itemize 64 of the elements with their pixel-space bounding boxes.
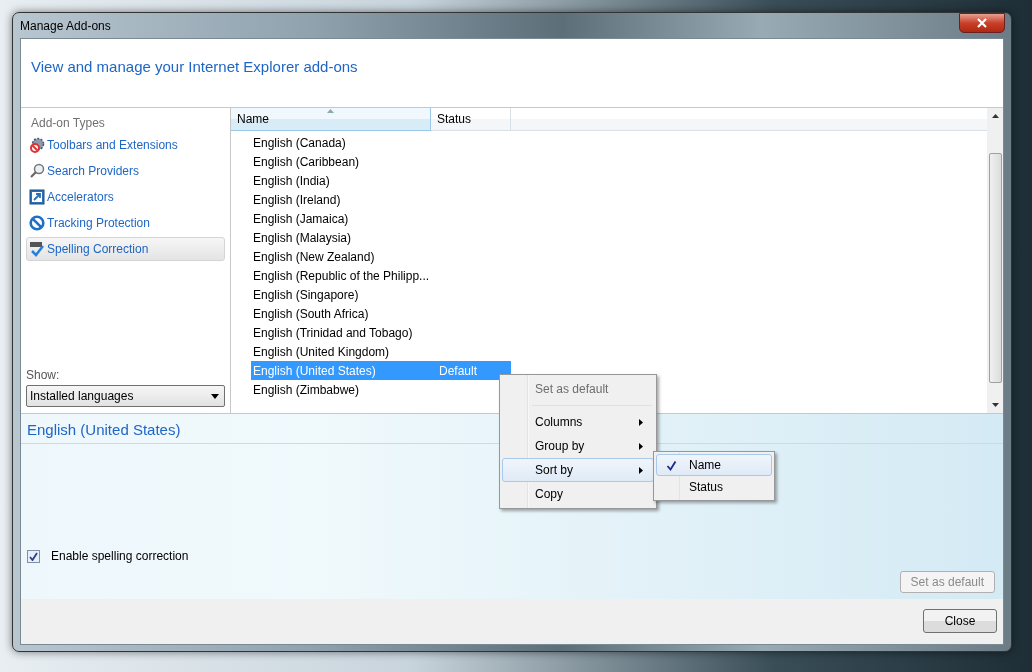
sidebar-item[interactable]: Search Providers xyxy=(26,159,225,183)
show-label: Show: xyxy=(26,368,61,382)
list-row[interactable]: English (Trinidad and Tobago) xyxy=(251,323,511,342)
menu-item[interactable]: Status xyxy=(656,476,772,498)
language-name: English (Jamaica) xyxy=(252,211,350,226)
list-row[interactable]: English (United Kingdom) xyxy=(251,342,511,361)
scroll-thumb[interactable] xyxy=(988,152,1002,383)
submenu-arrow-icon xyxy=(639,418,643,426)
dialog-heading: View and manage your Internet Explorer add-ons xyxy=(31,58,358,75)
column-header[interactable]: Status xyxy=(431,108,511,131)
list-row[interactable]: English (Malaysia) xyxy=(251,228,511,247)
scroll-down-icon xyxy=(991,403,999,407)
menu-item[interactable]: Columns xyxy=(502,410,654,434)
sidebar-item[interactable]: Toolbars and Extensions xyxy=(26,133,225,157)
language-name: English (India) xyxy=(252,173,331,188)
language-name: English (Canada) xyxy=(252,135,347,150)
checkbox[interactable] xyxy=(27,549,40,563)
language-name: English (Singapore) xyxy=(252,287,360,302)
menu-item[interactable]: Copy xyxy=(502,482,654,506)
status-text: Default xyxy=(438,363,478,378)
menu-item[interactable]: Group by xyxy=(502,434,654,458)
scroll-up-icon xyxy=(991,114,999,118)
no-sign-icon xyxy=(29,215,45,231)
language-name: English (Zimbabwe) xyxy=(252,382,361,397)
list-row[interactable]: English (Jamaica) xyxy=(251,209,511,228)
language-name: English (Trinidad and Tobago) xyxy=(252,325,414,340)
section-heading: Add-on Types xyxy=(31,116,106,130)
language-name: English (Malaysia) xyxy=(252,230,353,245)
sidebar-item[interactable]: Tracking Protection xyxy=(26,211,225,235)
list-row[interactable]: English (New Zealand) xyxy=(251,247,511,266)
menu-item[interactable]: Name xyxy=(656,454,772,476)
list-row[interactable]: English (Canada) xyxy=(251,133,511,152)
spell-check-icon xyxy=(29,241,45,257)
list-row[interactable]: English (South Africa) xyxy=(251,304,511,323)
language-name: English (Ireland) xyxy=(252,192,342,207)
list-row[interactable]: English (Ireland) xyxy=(251,190,511,209)
language-name: English (New Zealand) xyxy=(252,249,376,264)
show-dropdown[interactable]: Installed languages xyxy=(26,385,225,407)
close-button[interactable]: Close xyxy=(923,609,997,633)
sort-arrow-icon xyxy=(327,109,334,113)
dropdown-caret-icon xyxy=(211,393,219,399)
scrollbar[interactable] xyxy=(987,108,1003,413)
sidebar-item[interactable]: Spelling Correction xyxy=(26,237,225,261)
list-row[interactable]: English (Singapore) xyxy=(251,285,511,304)
language-name: English (Republic of the Philipp... xyxy=(252,268,431,283)
language-name: English (United Kingdom) xyxy=(252,344,391,359)
menu-item[interactable]: Sort by xyxy=(502,458,654,482)
submenu-arrow-icon xyxy=(639,442,643,450)
window-title: Manage Add-ons xyxy=(20,18,111,33)
submenu-arrow-icon xyxy=(639,466,643,474)
column-header[interactable]: Name xyxy=(231,108,431,131)
list-row[interactable]: English (Caribbean) xyxy=(251,152,511,171)
gear-icon xyxy=(29,137,45,153)
checkbox-label: Enable spelling correction xyxy=(51,549,189,563)
language-name: English (United States) xyxy=(252,363,377,378)
list-row[interactable]: English (Republic of the Philipp... xyxy=(251,266,511,285)
arrow-square-icon xyxy=(29,189,45,205)
search-icon xyxy=(29,163,45,179)
close-icon xyxy=(975,17,989,28)
close-window-button[interactable] xyxy=(959,12,1005,33)
list-row[interactable]: English (India) xyxy=(251,171,511,190)
language-name: English (South Africa) xyxy=(252,306,370,321)
sidebar-item[interactable]: Accelerators xyxy=(26,185,225,209)
language-name: English (Caribbean) xyxy=(252,154,361,169)
